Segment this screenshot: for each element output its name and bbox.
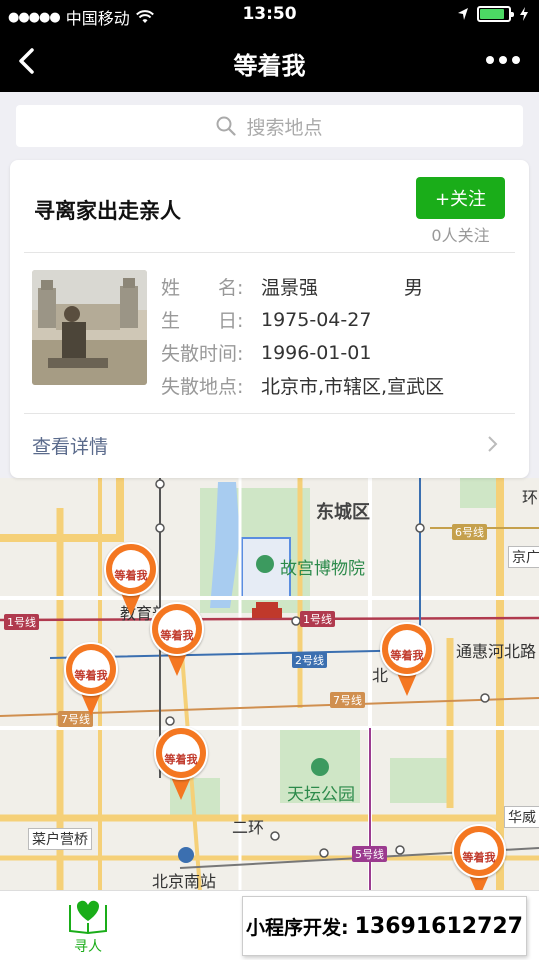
info-row-lost-time: 失散时间: 1996-01-01 [161,336,444,369]
status-right [457,6,529,22]
info-row-birthday: 生 日: 1975-04-27 [161,303,444,336]
person-card: 寻离家出走亲人 +关注 0人关注 姓 名: 温景强 男 生 日: 1975-04… [10,160,529,478]
follow-button[interactable]: +关注 [416,177,505,219]
map-label-tonghui: 通惠河北路 [456,642,537,661]
info-row-lost-place: 失散地点: 北京市,市辖区,宣武区 [161,369,444,402]
info-label: 生 日: [161,310,244,332]
tab-label: 寻人 [74,939,102,955]
info-value: 北京市,市辖区,宣武区 [261,376,445,398]
info-value: 温景强 [261,277,319,299]
follow-count: 0人关注 [431,226,490,245]
map-pin[interactable]: 等着我 [380,622,434,698]
card-title: 寻离家出走亲人 [34,199,181,223]
line-tag-2: 2号线 [292,652,327,668]
pin-label: 等着我 [462,851,496,864]
map-label-erhuan: 二环 [232,818,265,837]
map-label-jing: 京广 [508,546,539,568]
search-input[interactable]: 搜索地点 [16,105,523,147]
info-value: 1996-01-01 [261,341,372,364]
more-icon[interactable] [485,50,521,70]
line-tag-6: 6号线 [452,524,487,540]
map-pin[interactable]: 等着我 [154,726,208,802]
pin-label: 等着我 [160,629,194,642]
line-tag-5: 5号线 [352,846,387,862]
search-placeholder: 搜索地点 [246,116,323,139]
heart-book-icon [69,900,107,935]
map-label-hua: 华威 [504,806,539,828]
view-details-link[interactable]: 查看详情 [32,432,108,459]
map-label-caihu: 菜户营桥 [28,828,92,850]
map-pin[interactable]: 等着我 [64,642,118,718]
contact-phone: 13691612727 [354,913,523,939]
info-table: 姓 名: 温景强 男 生 日: 1975-04-27 失散时间: 1996-01… [161,270,444,402]
map-pin[interactable]: 等着我 [150,602,204,678]
map-label-temple-of-heaven: 天坛公园 [287,785,355,805]
battery-icon [477,6,514,22]
map-label-dongcheng: 东城区 [316,502,370,523]
pin-label: 等着我 [114,569,148,582]
tab-find-person[interactable]: 寻人 [58,895,118,956]
page-title: 等着我 [233,52,306,80]
map-pin[interactable]: 等着我 [452,824,506,890]
divider [24,252,515,253]
divider [24,413,515,414]
contact-banner: 小程序开发: 13691612727 [242,896,527,956]
info-label: 失散时间: [161,343,244,365]
map-label-palace-museum: 故宫博物院 [280,559,365,579]
charging-icon [520,7,528,21]
status-bar: ●●●●● 中国移动 13:50 [0,0,539,30]
pin-label: 等着我 [164,753,198,766]
search-icon [216,116,237,136]
chevron-right-icon[interactable] [487,435,499,453]
map-label-huan: 环 [522,488,539,507]
nav-bar: 等着我 [0,30,539,92]
person-photo[interactable] [32,270,147,385]
info-row-name: 姓 名: 温景强 男 [161,270,444,303]
pin-label: 等着我 [74,669,108,682]
map-label-south-station: 北京南站 [152,872,217,890]
info-value: 1975-04-27 [261,308,372,331]
pin-label: 等着我 [390,649,424,662]
info-label: 姓 名: [161,277,244,299]
line-tag-1: 1号线 [4,614,39,630]
line-tag-1b: 1号线 [300,611,335,627]
contact-prefix: 小程序开发: [246,916,349,939]
gender-value: 男 [404,277,424,299]
map-view[interactable]: 东城区 故宫博物院 天坛公园 通惠河北路 菜户营桥 北京南站 二环 教育部 北 … [0,478,539,890]
line-tag-7b: 7号线 [330,692,365,708]
info-label: 失散地点: [161,376,244,398]
location-arrow-icon [458,8,468,20]
